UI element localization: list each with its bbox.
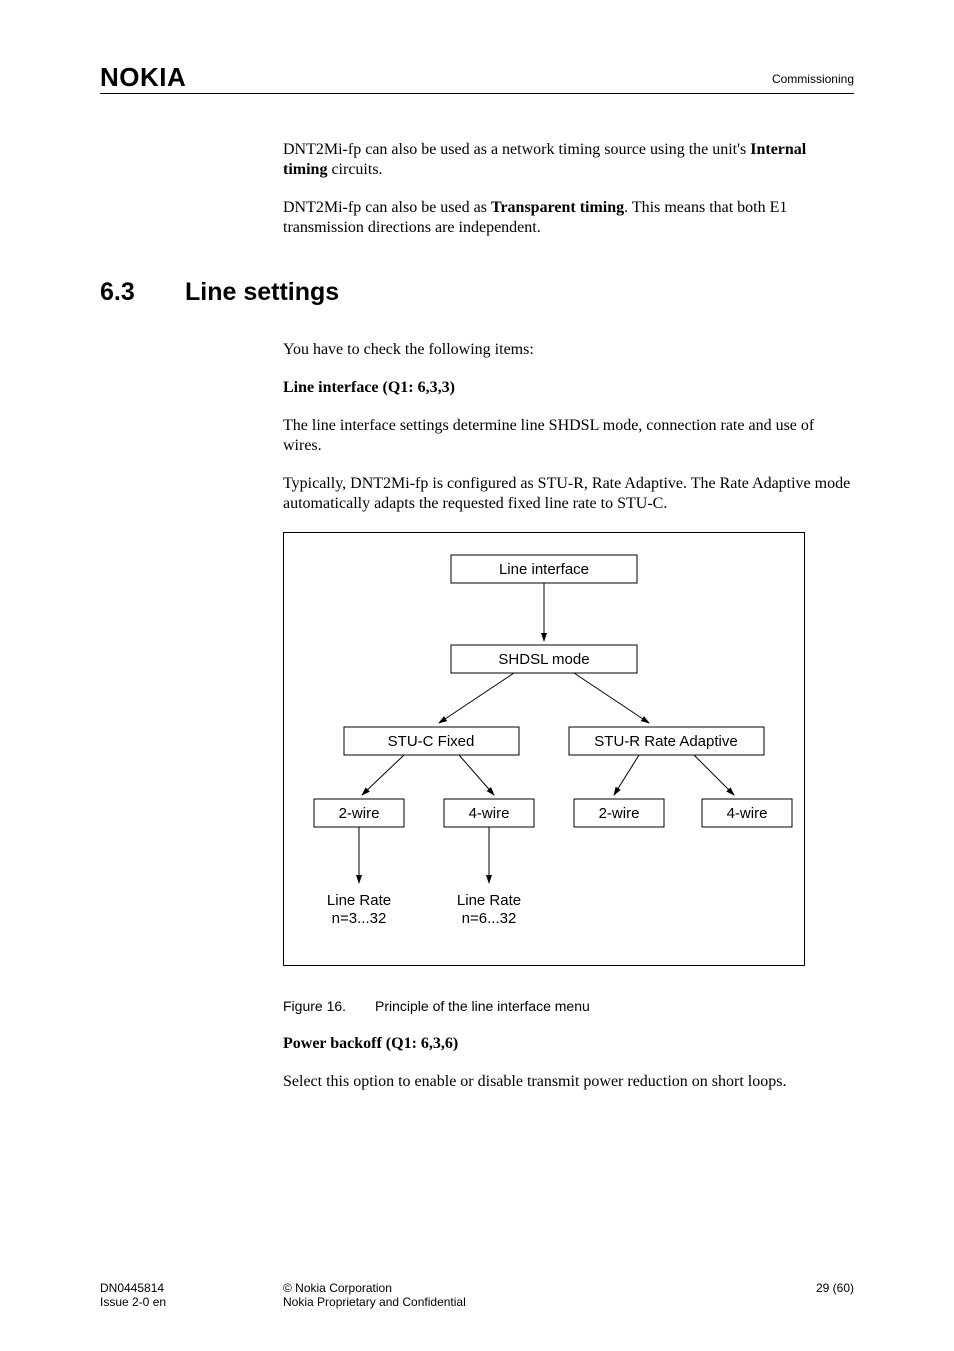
page-header: NOKIA Commissioning: [100, 62, 854, 94]
footer-issue: Issue 2-0 en: [100, 1295, 166, 1309]
section-body: You have to check the following items: L…: [283, 340, 853, 1110]
svg-text:n=6...32: n=6...32: [462, 910, 517, 927]
footer-left: DN0445814 Issue 2-0 en: [100, 1281, 166, 1309]
text: circuits.: [327, 161, 382, 178]
section-heading: 6.3Line settings: [100, 278, 339, 307]
footer-page: 29 (60): [816, 1281, 854, 1295]
intro-paragraph-1: DNT2Mi-fp can also be used as a network …: [283, 140, 853, 180]
section-title: Line settings: [185, 278, 339, 306]
footer-mid: © Nokia Corporation Nokia Proprietary an…: [283, 1281, 466, 1309]
svg-text:n=3...32: n=3...32: [332, 910, 387, 927]
nokia-logo: NOKIA: [100, 62, 186, 93]
figure-number: Figure 16.: [283, 998, 375, 1016]
section-p1: You have to check the following items:: [283, 340, 853, 360]
figure-caption: Figure 16.Principle of the line interfac…: [283, 998, 853, 1016]
intro-paragraph-2: DNT2Mi-fp can also be used as Transparen…: [283, 198, 853, 238]
svg-text:STU-C Fixed: STU-C Fixed: [388, 733, 475, 750]
subheading-line-interface: Line interface (Q1: 6,3,3): [283, 378, 853, 398]
svg-text:2-wire: 2-wire: [339, 805, 380, 822]
intro-content: DNT2Mi-fp can also be used as a network …: [283, 140, 853, 256]
svg-text:Line Rate: Line Rate: [327, 892, 391, 909]
svg-text:Line Rate: Line Rate: [457, 892, 521, 909]
text: DNT2Mi-fp can also be used as a network …: [283, 141, 750, 158]
bold-text: Transparent timing: [491, 199, 624, 216]
footer-copyright: © Nokia Corporation: [283, 1281, 466, 1295]
svg-text:4-wire: 4-wire: [469, 805, 510, 822]
section-p4: Select this option to enable or disable …: [283, 1072, 853, 1092]
svg-text:2-wire: 2-wire: [599, 805, 640, 822]
section-p2: The line interface settings determine li…: [283, 416, 853, 456]
section-p3: Typically, DNT2Mi-fp is configured as ST…: [283, 474, 853, 514]
figure-line-interface: Line interface SHDSL mode STU-C Fixed: [283, 532, 805, 966]
svg-text:4-wire: 4-wire: [727, 805, 768, 822]
svg-text:STU-R Rate Adaptive: STU-R Rate Adaptive: [594, 733, 737, 750]
figure-caption-text: Principle of the line interface menu: [375, 998, 590, 1014]
subheading-power-backoff: Power backoff (Q1: 6,3,6): [283, 1034, 853, 1054]
svg-text:SHDSL mode: SHDSL mode: [498, 651, 589, 668]
footer-confidential: Nokia Proprietary and Confidential: [283, 1295, 466, 1309]
header-section-name: Commissioning: [772, 72, 854, 86]
text: DNT2Mi-fp can also be used as: [283, 199, 491, 216]
svg-text:Line interface: Line interface: [499, 561, 589, 578]
section-number: 6.3: [100, 278, 185, 307]
footer-doc-id: DN0445814: [100, 1281, 166, 1295]
header-rule: [100, 93, 854, 94]
